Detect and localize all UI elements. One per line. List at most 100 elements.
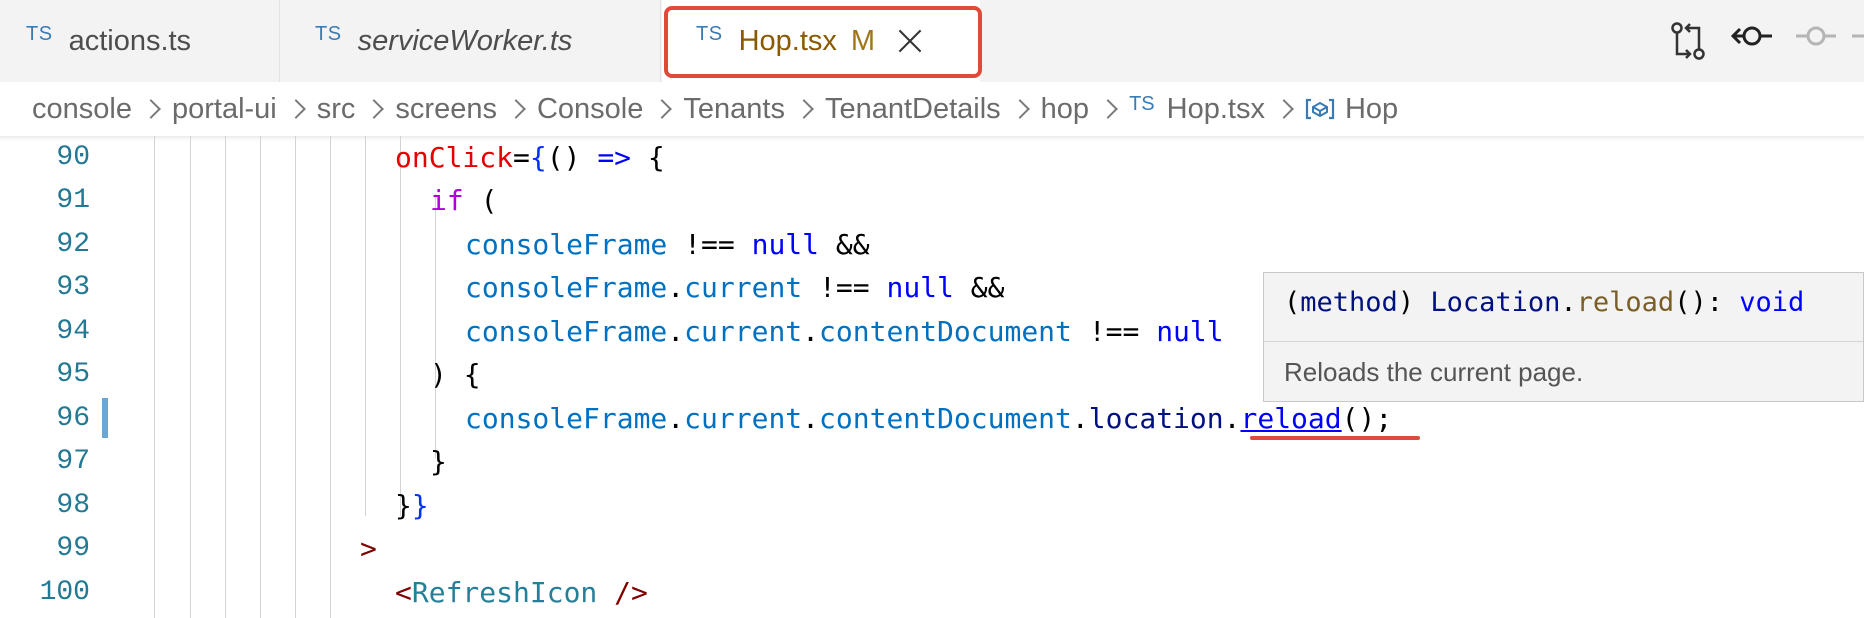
symbol-variable-icon [1305, 98, 1335, 120]
typescript-icon: TS [696, 22, 723, 45]
code-text: consoleFrame.current !== null && [465, 266, 1004, 309]
line-number: 96 [56, 403, 90, 434]
code-line: 98 }} [0, 484, 1864, 527]
breadcrumb-item[interactable]: hop [1041, 93, 1089, 126]
token-paren: () [546, 141, 581, 174]
code-text: consoleFrame.current.contentDocument !==… [465, 310, 1224, 353]
breadcrumb-symbol-label: Hop [1344, 92, 1399, 125]
divider [1264, 341, 1863, 342]
typescript-icon: TS [26, 22, 53, 45]
hover-documentation: Reloads the current page. [1284, 357, 1584, 387]
line-number: 90 [56, 142, 90, 173]
typescript-icon: TS [315, 22, 342, 45]
code-text: consoleFrame.current.contentDocument.loc… [465, 397, 1392, 440]
token-null: null [1156, 315, 1224, 348]
close-icon[interactable] [897, 28, 923, 54]
tab-actions-ts[interactable]: TS actions.ts [0, 0, 280, 82]
breadcrumb: console portal-ui src screens Console Te… [0, 82, 1864, 136]
token-property: contentDocument [819, 402, 1072, 435]
tab-serviceworker-ts[interactable]: TS serviceWorker.ts [281, 0, 661, 82]
code-line: 97 } [0, 440, 1864, 483]
token-arrow: => [597, 141, 632, 174]
code-line: 92 consoleFrame !== null && [0, 223, 1864, 266]
code-text: > [360, 532, 377, 565]
code-line: 100 <RefreshIcon /> [0, 571, 1864, 614]
breadcrumb-file[interactable]: TS Hop.tsx [1129, 93, 1265, 126]
token-property: current [684, 271, 803, 304]
line-number: 99 [56, 533, 90, 564]
token-operator: !== [819, 271, 870, 304]
annotation-underline [1250, 436, 1420, 440]
token-property: contentDocument [819, 315, 1072, 348]
breadcrumb-file-label: Hop.tsx [1166, 92, 1265, 125]
token-paren: ) [1397, 287, 1415, 318]
token-method: reload [1576, 287, 1675, 318]
token-bracket: { [647, 141, 665, 174]
line-number: 92 [56, 229, 90, 260]
token-paren: ( [480, 184, 498, 217]
token-property: location [1088, 402, 1224, 435]
overflow-icon[interactable] [1850, 20, 1864, 56]
token-operator: && [835, 228, 870, 261]
token-dot: . [667, 402, 685, 435]
code-text: onClick={() => { [395, 136, 665, 179]
code-text: } [430, 445, 447, 478]
chevron-right-icon [285, 99, 306, 119]
token-variable: consoleFrame [465, 271, 668, 304]
token-variable: consoleFrame [465, 315, 668, 348]
chevron-right-icon [652, 99, 673, 119]
token-dot: . [1223, 402, 1241, 435]
chevron-right-icon [141, 99, 161, 119]
hover-tooltip: (method) Location.reload(): void Reloads… [1263, 272, 1864, 402]
chevron-right-icon [1274, 99, 1294, 119]
token-bracket: { [529, 141, 547, 174]
token-tag: < [395, 576, 412, 609]
token-paren: ( [1284, 287, 1301, 318]
token-call: (); [1341, 402, 1393, 435]
breadcrumb-item[interactable]: TenantDetails [825, 93, 1001, 126]
line-number: 100 [39, 577, 90, 608]
tab-label: actions.ts [68, 24, 192, 57]
token-return-type: void [1739, 287, 1805, 318]
token-null: null [751, 228, 820, 261]
git-commit-faded-icon[interactable] [1794, 20, 1838, 56]
chevron-right-icon [364, 99, 385, 119]
token-dot: . [1560, 287, 1577, 318]
token-property: current [684, 402, 803, 435]
line-number: 93 [56, 272, 90, 303]
token-component: RefreshIcon [411, 576, 598, 609]
token-operator: && [970, 271, 1005, 304]
line-number: 98 [56, 490, 90, 521]
token-keyword: if [430, 184, 464, 217]
breadcrumb-item[interactable]: Tenants [683, 93, 785, 126]
token-method-link[interactable]: reload [1240, 402, 1341, 435]
line-number: 95 [56, 359, 90, 390]
git-commit-icon[interactable] [1730, 20, 1774, 56]
tab-label: Hop.tsx [738, 24, 837, 57]
code-line: 96 consoleFrame.current.contentDocument.… [0, 397, 1864, 440]
token-bracket: } [395, 489, 412, 522]
token-type: Location [1430, 287, 1561, 318]
tab-label: serviceWorker.ts [357, 24, 573, 57]
tab-hop-tsx[interactable]: TS Hop.tsx M [662, 0, 980, 82]
breadcrumb-item[interactable]: portal-ui [172, 93, 277, 126]
token-dot: . [667, 271, 685, 304]
chevron-right-icon [1098, 99, 1118, 119]
breadcrumb-item[interactable]: screens [395, 93, 497, 126]
token-tag: /> [597, 576, 648, 609]
code-text: consoleFrame !== null && [465, 223, 870, 266]
editor-tab-bar: TS actions.ts TS serviceWorker.ts TS Hop… [0, 0, 1864, 82]
git-compare-icon[interactable] [1668, 20, 1708, 62]
breadcrumb-symbol[interactable]: Hop [1305, 93, 1398, 126]
breadcrumb-item[interactable]: console [32, 93, 132, 126]
breadcrumb-item[interactable]: src [317, 93, 356, 126]
breadcrumb-item[interactable]: Console [537, 93, 643, 126]
token-operator: !== [1088, 315, 1140, 348]
code-editor[interactable]: 90 onClick={() => { 91 if ( 92 consoleFr… [0, 136, 1864, 618]
chevron-right-icon [506, 99, 526, 119]
token-call: (): [1674, 287, 1723, 318]
line-number: 94 [56, 316, 90, 347]
chevron-right-icon [1009, 99, 1030, 119]
code-line: 91 if ( [0, 179, 1864, 222]
token-dot: . [667, 315, 685, 348]
